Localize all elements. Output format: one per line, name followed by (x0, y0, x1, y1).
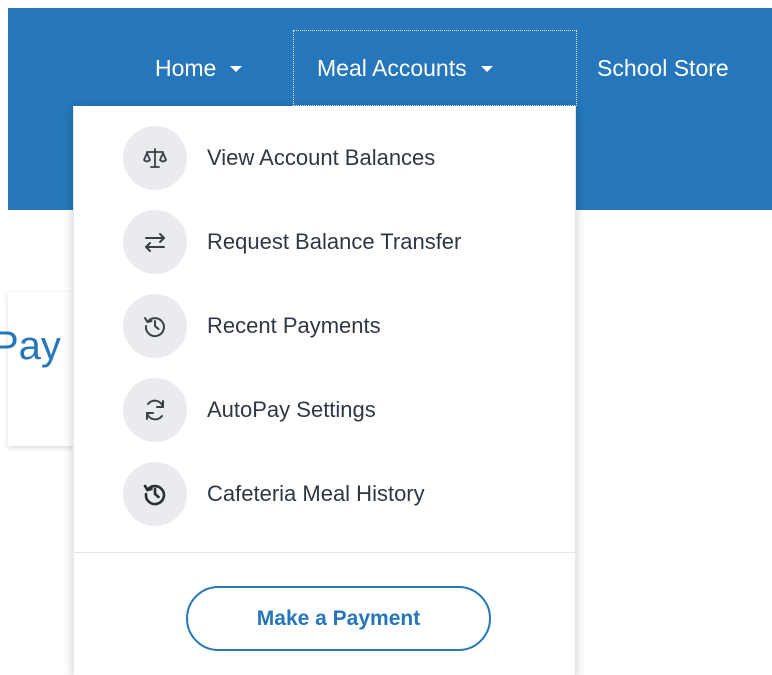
menu-divider (74, 552, 575, 553)
chevron-down-icon (480, 66, 493, 72)
nav-meal-accounts[interactable]: Meal Accounts (293, 30, 577, 106)
nav-meal-accounts-label: Meal Accounts (317, 54, 467, 81)
menu-item-label: Recent Payments (207, 313, 381, 338)
transfer-arrows-icon (123, 210, 187, 274)
menu-item-recent-payments[interactable]: Recent Payments (74, 284, 575, 368)
menu-item-label: Cafeteria Meal History (207, 481, 425, 506)
menu-item-label: Request Balance Transfer (207, 229, 462, 254)
menu-item-autopay-settings[interactable]: AutoPay Settings (74, 368, 575, 452)
menu-item-request-balance-transfer[interactable]: Request Balance Transfer (74, 200, 575, 284)
menu-item-cafeteria-meal-history[interactable]: Cafeteria Meal History (74, 452, 575, 536)
history-icon (123, 294, 187, 358)
menu-item-label: AutoPay Settings (207, 397, 376, 422)
nav-school-store-label: School Store (597, 54, 729, 81)
nav-home[interactable]: Home (155, 30, 243, 106)
nav-home-label: Home (155, 54, 217, 81)
make-a-payment-button[interactable]: Make a Payment (186, 586, 491, 651)
nav-school-store[interactable]: School Store (597, 30, 729, 106)
history-icon (123, 462, 187, 526)
scale-icon (123, 126, 187, 190)
menu-item-label: View Account Balances (207, 145, 436, 170)
page-title-text: Pay (0, 324, 61, 368)
page-title: Pay (0, 318, 74, 374)
refresh-icon (123, 378, 187, 442)
chevron-down-icon (230, 66, 243, 72)
menu-item-view-account-balances[interactable]: View Account Balances (74, 116, 575, 200)
meal-accounts-dropdown: View Account Balances Request Balance Tr… (73, 106, 576, 675)
